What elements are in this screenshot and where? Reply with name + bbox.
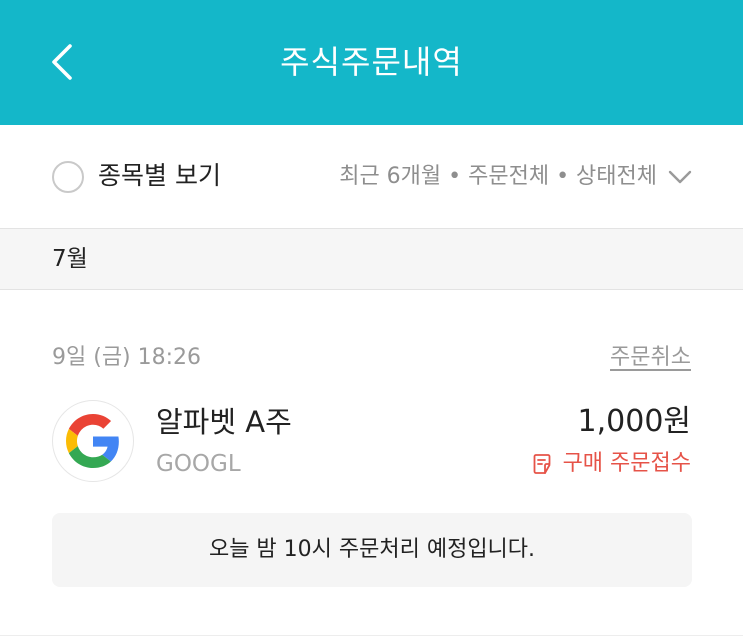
receipt-icon	[533, 454, 550, 474]
page-title: 주식주문내역	[280, 43, 463, 81]
notice-box: 오늘 밤 10시 주문처리 예정입니다.	[52, 513, 692, 587]
app-header: 주식주문내역	[0, 0, 743, 125]
by-stock-radio[interactable]	[52, 161, 84, 193]
order-datetime: 9일 (금) 18:26	[52, 345, 202, 370]
month-section-header	[0, 228, 743, 290]
divider	[0, 635, 743, 636]
status-label: 구매 주문접수	[562, 451, 691, 476]
order-amount: 1,000원	[577, 404, 691, 439]
notice-text: 오늘 밤 10시 주문처리 예정입니다.	[208, 537, 536, 562]
order-status: 구매 주문접수	[531, 448, 691, 480]
chevron-down-icon[interactable]	[666, 167, 694, 187]
cancel-order-button[interactable]: 주문취소	[610, 342, 691, 374]
stock-ticker: GOOGL	[156, 451, 241, 477]
month-label: 7월	[52, 246, 88, 272]
stock-name: 알파벳 A주	[156, 405, 292, 439]
google-logo	[66, 414, 119, 468]
by-stock-label[interactable]: 종목별 보기	[98, 158, 221, 194]
filter-summary[interactable]: 최근 6개월 • 주문전체 • 상태전체	[339, 160, 657, 194]
stock-logo	[52, 400, 134, 482]
